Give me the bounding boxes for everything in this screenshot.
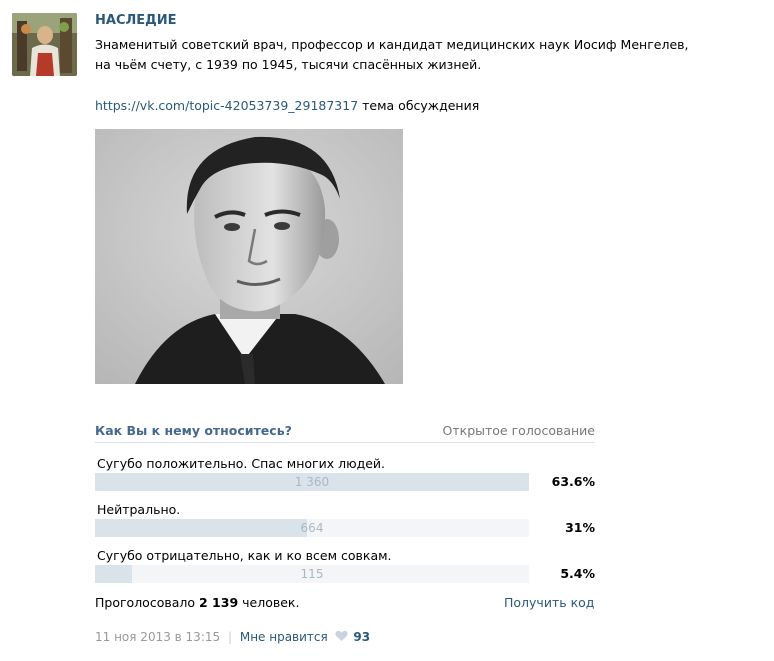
- get-code-link[interactable]: Получить код: [504, 595, 594, 610]
- topic-link[interactable]: https://vk.com/topic-42053739_29187317: [95, 98, 358, 113]
- heart-icon[interactable]: [334, 630, 348, 645]
- poll-total-suffix: человек.: [238, 595, 300, 610]
- poll-question: Как Вы к нему относитесь?: [95, 423, 292, 438]
- footer-separator: |: [227, 630, 233, 644]
- poll-option[interactable]: Сугубо отрицательно, как и ко всем совка…: [95, 535, 595, 583]
- poll-option-bar[interactable]: 115: [95, 565, 529, 583]
- poll-option-percent: 31%: [565, 520, 595, 535]
- like-button[interactable]: Мне нравится: [240, 630, 328, 644]
- poll-total-prefix: Проголосовало: [95, 595, 199, 610]
- poll-option-percent: 63.6%: [551, 474, 595, 489]
- poll-header: Как Вы к нему относитесь? Открытое голос…: [95, 420, 595, 443]
- poll-option-count: 115: [300, 567, 324, 581]
- poll-option-label: Сугубо положительно. Спас многих людей.: [97, 456, 386, 471]
- poll-total-count: 2 139: [199, 595, 239, 610]
- post-text: Знаменитый советский врач, профессор и к…: [95, 37, 689, 72]
- group-avatar[interactable]: [12, 13, 77, 76]
- portrait-image: [95, 129, 403, 384]
- post-photo[interactable]: [95, 129, 403, 384]
- poll: Как Вы к нему относитесь? Открытое голос…: [95, 420, 595, 583]
- avatar-image: [12, 13, 77, 76]
- post-date[interactable]: 11 ноя 2013 в 13:15: [95, 630, 220, 644]
- poll-option-percent: 5.4%: [560, 566, 595, 581]
- poll-option-label: Сугубо отрицательно, как и ко всем совка…: [97, 548, 392, 563]
- link-suffix: тема обсуждения: [358, 98, 480, 113]
- post-link-line: https://vk.com/topic-42053739_29187317 т…: [95, 97, 479, 115]
- group-name-link[interactable]: НАСЛЕДИЕ: [95, 13, 177, 28]
- post-footer: 11 ноя 2013 в 13:15 | Мне нравится 93: [95, 630, 370, 645]
- poll-option[interactable]: Нейтрально. 664 31%: [95, 489, 595, 537]
- poll-total: Проголосовало 2 139 человек.: [95, 595, 299, 610]
- poll-type-label: Открытое голосование: [442, 423, 595, 438]
- poll-option[interactable]: Сугубо положительно. Спас многих людей. …: [95, 443, 595, 491]
- like-count[interactable]: 93: [353, 630, 370, 644]
- poll-option-label: Нейтрально.: [97, 502, 181, 517]
